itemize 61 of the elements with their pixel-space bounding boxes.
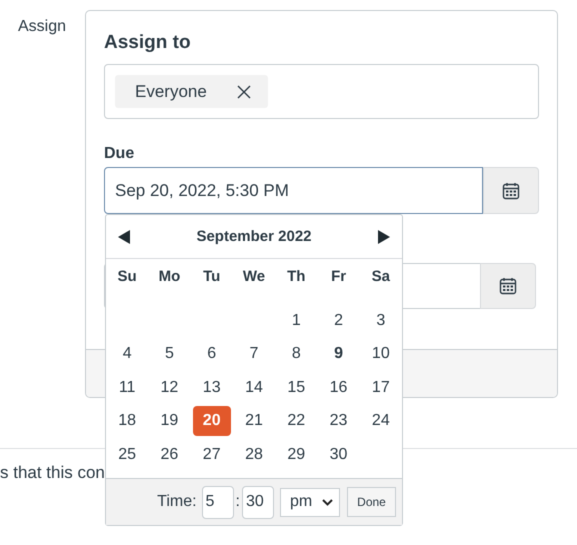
calendar-day[interactable]: 21 [234,406,273,436]
calendar-day[interactable]: 10 [362,339,400,370]
weekday-label: We [242,267,266,287]
weekday-label: Th [286,267,306,287]
calendar-day[interactable]: 22 [277,406,316,436]
calendar-day[interactable]: 24 [362,406,400,436]
weekday-label: Su [116,267,138,287]
next-month-button[interactable] [378,230,390,244]
calendar-day[interactable]: 15 [277,372,316,403]
calendar-day[interactable]: 4 [108,339,146,370]
right-triangle-icon [378,230,390,244]
time-separator: : [236,493,240,511]
calendar-day[interactable]: 11 [108,372,146,403]
calendar-day[interactable]: 27 [192,440,231,470]
previous-month-button[interactable] [118,230,130,244]
due-date-input[interactable]: Sep 20, 2022, 5:30 PM [104,167,483,214]
calendar-day[interactable]: 28 [234,440,273,470]
calendar-day[interactable]: 5 [150,339,188,370]
left-triangle-icon [118,230,130,244]
assign-to-label: Assign to [104,31,192,55]
month-title: September 2022 [196,228,312,245]
calendar-day[interactable]: 23 [320,406,358,436]
due-label: Due [104,144,136,164]
calendar-day[interactable]: 9 [320,339,358,370]
weekday-label: Tu [202,267,222,287]
calendar-day[interactable]: 30 [320,440,358,470]
minute-input[interactable]: 30 [242,486,274,518]
calendar-day[interactable]: 25 [108,440,146,470]
weekday-label: Fr [330,267,348,287]
calendar-day[interactable]: 14 [234,372,273,403]
assignee-tag[interactable]: Everyone [115,75,268,108]
weekday-label: Sa [370,267,392,287]
calendar-button[interactable] [483,167,539,214]
description-text: s that this con [0,462,106,484]
calendar-icon [502,182,520,200]
assignee-field[interactable]: Everyone [104,64,539,119]
close-icon[interactable] [236,84,251,98]
calendar-day[interactable]: 26 [150,440,188,470]
section-label: Assign [17,17,68,37]
chevron-down-icon [322,498,333,506]
hour-input[interactable]: 5 [202,486,234,518]
done-button[interactable]: Done [347,487,396,517]
calendar-icon [499,277,517,295]
calendar-day[interactable]: 1 [277,306,316,336]
meridiem-select[interactable]: pm [280,488,340,516]
calendar-day[interactable]: 8 [277,339,316,370]
weekday-label: Mo [158,267,182,287]
calendar-day[interactable]: 19 [150,406,188,436]
calendar-day[interactable]: 17 [362,372,400,403]
calendar-day[interactable]: 2 [320,306,358,336]
calendar-day[interactable]: 13 [192,372,231,403]
calendar-day[interactable]: 16 [320,372,358,403]
calendar-day[interactable]: 12 [150,372,188,403]
calendar-day[interactable]: 3 [362,306,400,336]
time-label: Time: [157,493,197,511]
calendar-day[interactable]: 20 [192,406,231,436]
calendar-button[interactable] [480,263,536,309]
calendar-day[interactable]: 29 [277,440,316,470]
calendar-day[interactable]: 6 [192,339,231,370]
calendar-day[interactable]: 18 [108,406,146,436]
calendar-day[interactable]: 7 [234,339,273,370]
